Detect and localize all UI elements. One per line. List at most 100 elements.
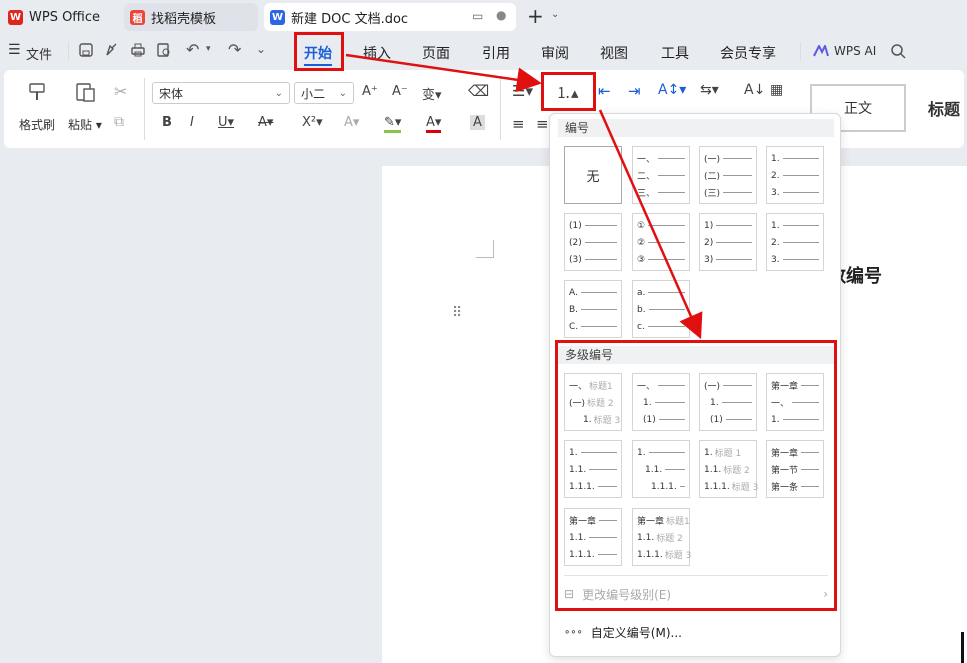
print-preview-icon[interactable]	[156, 42, 172, 58]
numbering-line: 1.	[771, 150, 819, 167]
hamburger-icon[interactable]: ☰	[8, 42, 21, 58]
more-chevron-icon[interactable]: ⌄	[256, 42, 266, 56]
number-label: c.	[637, 321, 645, 332]
font-color-icon[interactable]: A▾	[426, 115, 442, 133]
paste-label[interactable]: 粘贴 ▾	[68, 116, 102, 133]
number-label: C.	[569, 321, 579, 332]
menu-references[interactable]: 引用	[482, 43, 510, 63]
monitor-icon[interactable]: ▭	[472, 9, 483, 23]
style-heading[interactable]: 标题	[914, 84, 964, 132]
save-icon[interactable]	[78, 42, 94, 58]
numbering-section-title: 编号	[558, 119, 834, 137]
tab-docer[interactable]: 稻 找稻壳模板	[124, 3, 258, 31]
numbering-line: 3.	[771, 184, 819, 201]
numbering-line: (一)	[704, 150, 752, 167]
menu-tools[interactable]: 工具	[661, 43, 689, 63]
bullet-list-icon[interactable]: ☰▾	[512, 82, 533, 100]
sort-icon[interactable]: A↓	[744, 82, 765, 98]
font-size-value: 小二	[301, 86, 326, 101]
copy-icon[interactable]: ⧉	[114, 114, 124, 130]
numbering-line: 1)	[704, 217, 752, 234]
number-label: 3)	[704, 254, 714, 265]
chevron-down-icon[interactable]: ⌄	[551, 9, 559, 20]
annotation-box-multilevel	[555, 340, 837, 611]
menu-view[interactable]: 视图	[600, 43, 628, 63]
numbering-line: (3)	[569, 251, 617, 268]
numbering-style-2[interactable]: (一) (二) (三)	[699, 146, 757, 204]
chevron-down-icon[interactable]: ▾	[206, 44, 211, 54]
text-line	[716, 259, 752, 260]
drag-handle-icon[interactable]: ⠿	[452, 305, 462, 321]
new-tab-icon[interactable]: +	[527, 4, 544, 28]
font-name-select[interactable]: 宋体 ⌄	[152, 82, 290, 104]
menu-file[interactable]: 文件	[26, 44, 52, 63]
tab-label: 新建 DOC 文档.doc	[291, 11, 409, 27]
text-line	[581, 309, 617, 310]
cut-icon[interactable]: ✂	[114, 82, 127, 101]
eraser-icon[interactable]: ⌫	[468, 82, 489, 100]
decrease-indent-icon[interactable]: ⇤	[598, 82, 611, 100]
underline-button[interactable]: U ▾	[218, 115, 234, 130]
phonetic-guide-icon[interactable]: 变▾	[422, 84, 442, 103]
align-center-icon[interactable]: ≡	[536, 115, 549, 133]
menu-insert[interactable]: 插入	[363, 43, 391, 63]
numbering-line: 2)	[704, 234, 752, 251]
font-size-select[interactable]: 小二 ⌄	[294, 82, 354, 104]
numbering-style-7[interactable]: 1. 2. 3.	[766, 213, 824, 271]
numbering-style-5[interactable]: ① ② ③	[632, 213, 690, 271]
paste-text: 粘贴	[68, 118, 93, 132]
strikethrough-icon[interactable]: A▾	[258, 115, 273, 130]
superscript-icon[interactable]: X²▾	[302, 115, 323, 130]
number-label: 3.	[771, 254, 780, 265]
numbering-line: (二)	[704, 167, 752, 184]
tab-new-doc[interactable]: W 新建 DOC 文档.doc ▭ ●	[264, 3, 516, 31]
number-label: (一)	[704, 155, 721, 165]
text-line	[716, 225, 752, 226]
print-icon[interactable]	[130, 42, 146, 58]
unsaved-dot-icon[interactable]: ●	[496, 8, 506, 22]
menu-wps-ai[interactable]: WPS AI	[834, 44, 876, 58]
numbering-style-4[interactable]: (1) (2) (3)	[564, 213, 622, 271]
number-label: 一、	[637, 155, 656, 165]
numbering-style-6[interactable]: 1) 2) 3)	[699, 213, 757, 271]
number-label: (3)	[569, 254, 582, 265]
italic-button[interactable]: I	[190, 115, 194, 130]
undo-icon[interactable]: ↶	[186, 40, 199, 59]
paragraph-spacing-icon[interactable]: ⇆▾	[700, 82, 719, 98]
numbering-style-9[interactable]: a. b. c.	[632, 280, 690, 338]
text-direction-icon[interactable]: A↕▾	[658, 82, 686, 98]
grow-font-icon[interactable]: A⁺	[362, 84, 378, 99]
search-icon[interactable]	[890, 43, 906, 59]
char-shading-icon[interactable]: A	[470, 115, 485, 130]
tab-wps-office[interactable]: W WPS Office	[2, 3, 118, 31]
show-marks-icon[interactable]: ▦	[770, 82, 783, 98]
numbering-none[interactable]: 无	[564, 146, 622, 204]
shrink-font-icon[interactable]: A⁻	[392, 84, 408, 99]
numbering-line: a.	[637, 284, 685, 301]
wps-logo-icon: W	[8, 9, 23, 25]
tab-bar: W WPS Office 稻 找稻壳模板 W 新建 DOC 文档.doc ▭ ●…	[0, 0, 967, 34]
pen-icon[interactable]	[104, 42, 120, 58]
numbering-style-8[interactable]: A. B. C.	[564, 280, 622, 338]
menu-page[interactable]: 页面	[422, 43, 450, 63]
format-painter-label[interactable]: 格式刷	[19, 116, 55, 133]
increase-indent-icon[interactable]: ⇥	[628, 82, 641, 100]
highlight-icon[interactable]: ✎▾	[384, 115, 402, 133]
tab-label: 找稻壳模板	[151, 11, 217, 27]
numbering-style-3[interactable]: 1. 2. 3.	[766, 146, 824, 204]
numbering-style-1[interactable]: 一、 二、 三、	[632, 146, 690, 204]
text-effect-icon[interactable]: A▾	[344, 115, 359, 130]
scrollbar-edge	[961, 632, 964, 663]
wps-ai-logo-icon	[813, 45, 829, 57]
menu-member[interactable]: 会员专享	[720, 43, 776, 63]
docer-icon: 稻	[130, 9, 145, 25]
menu-review[interactable]: 审阅	[541, 43, 569, 63]
custom-numbering-item[interactable]: ∘∘∘ 自定义编号(M)...	[564, 622, 828, 642]
paste-icon[interactable]	[74, 80, 98, 104]
align-left-icon[interactable]: ≡	[512, 115, 525, 133]
numbering-line: C.	[569, 318, 617, 335]
format-painter-icon[interactable]	[26, 80, 50, 104]
bold-button[interactable]: B	[162, 115, 172, 130]
redo-icon[interactable]: ↷	[228, 40, 241, 59]
number-label: b.	[637, 304, 646, 315]
